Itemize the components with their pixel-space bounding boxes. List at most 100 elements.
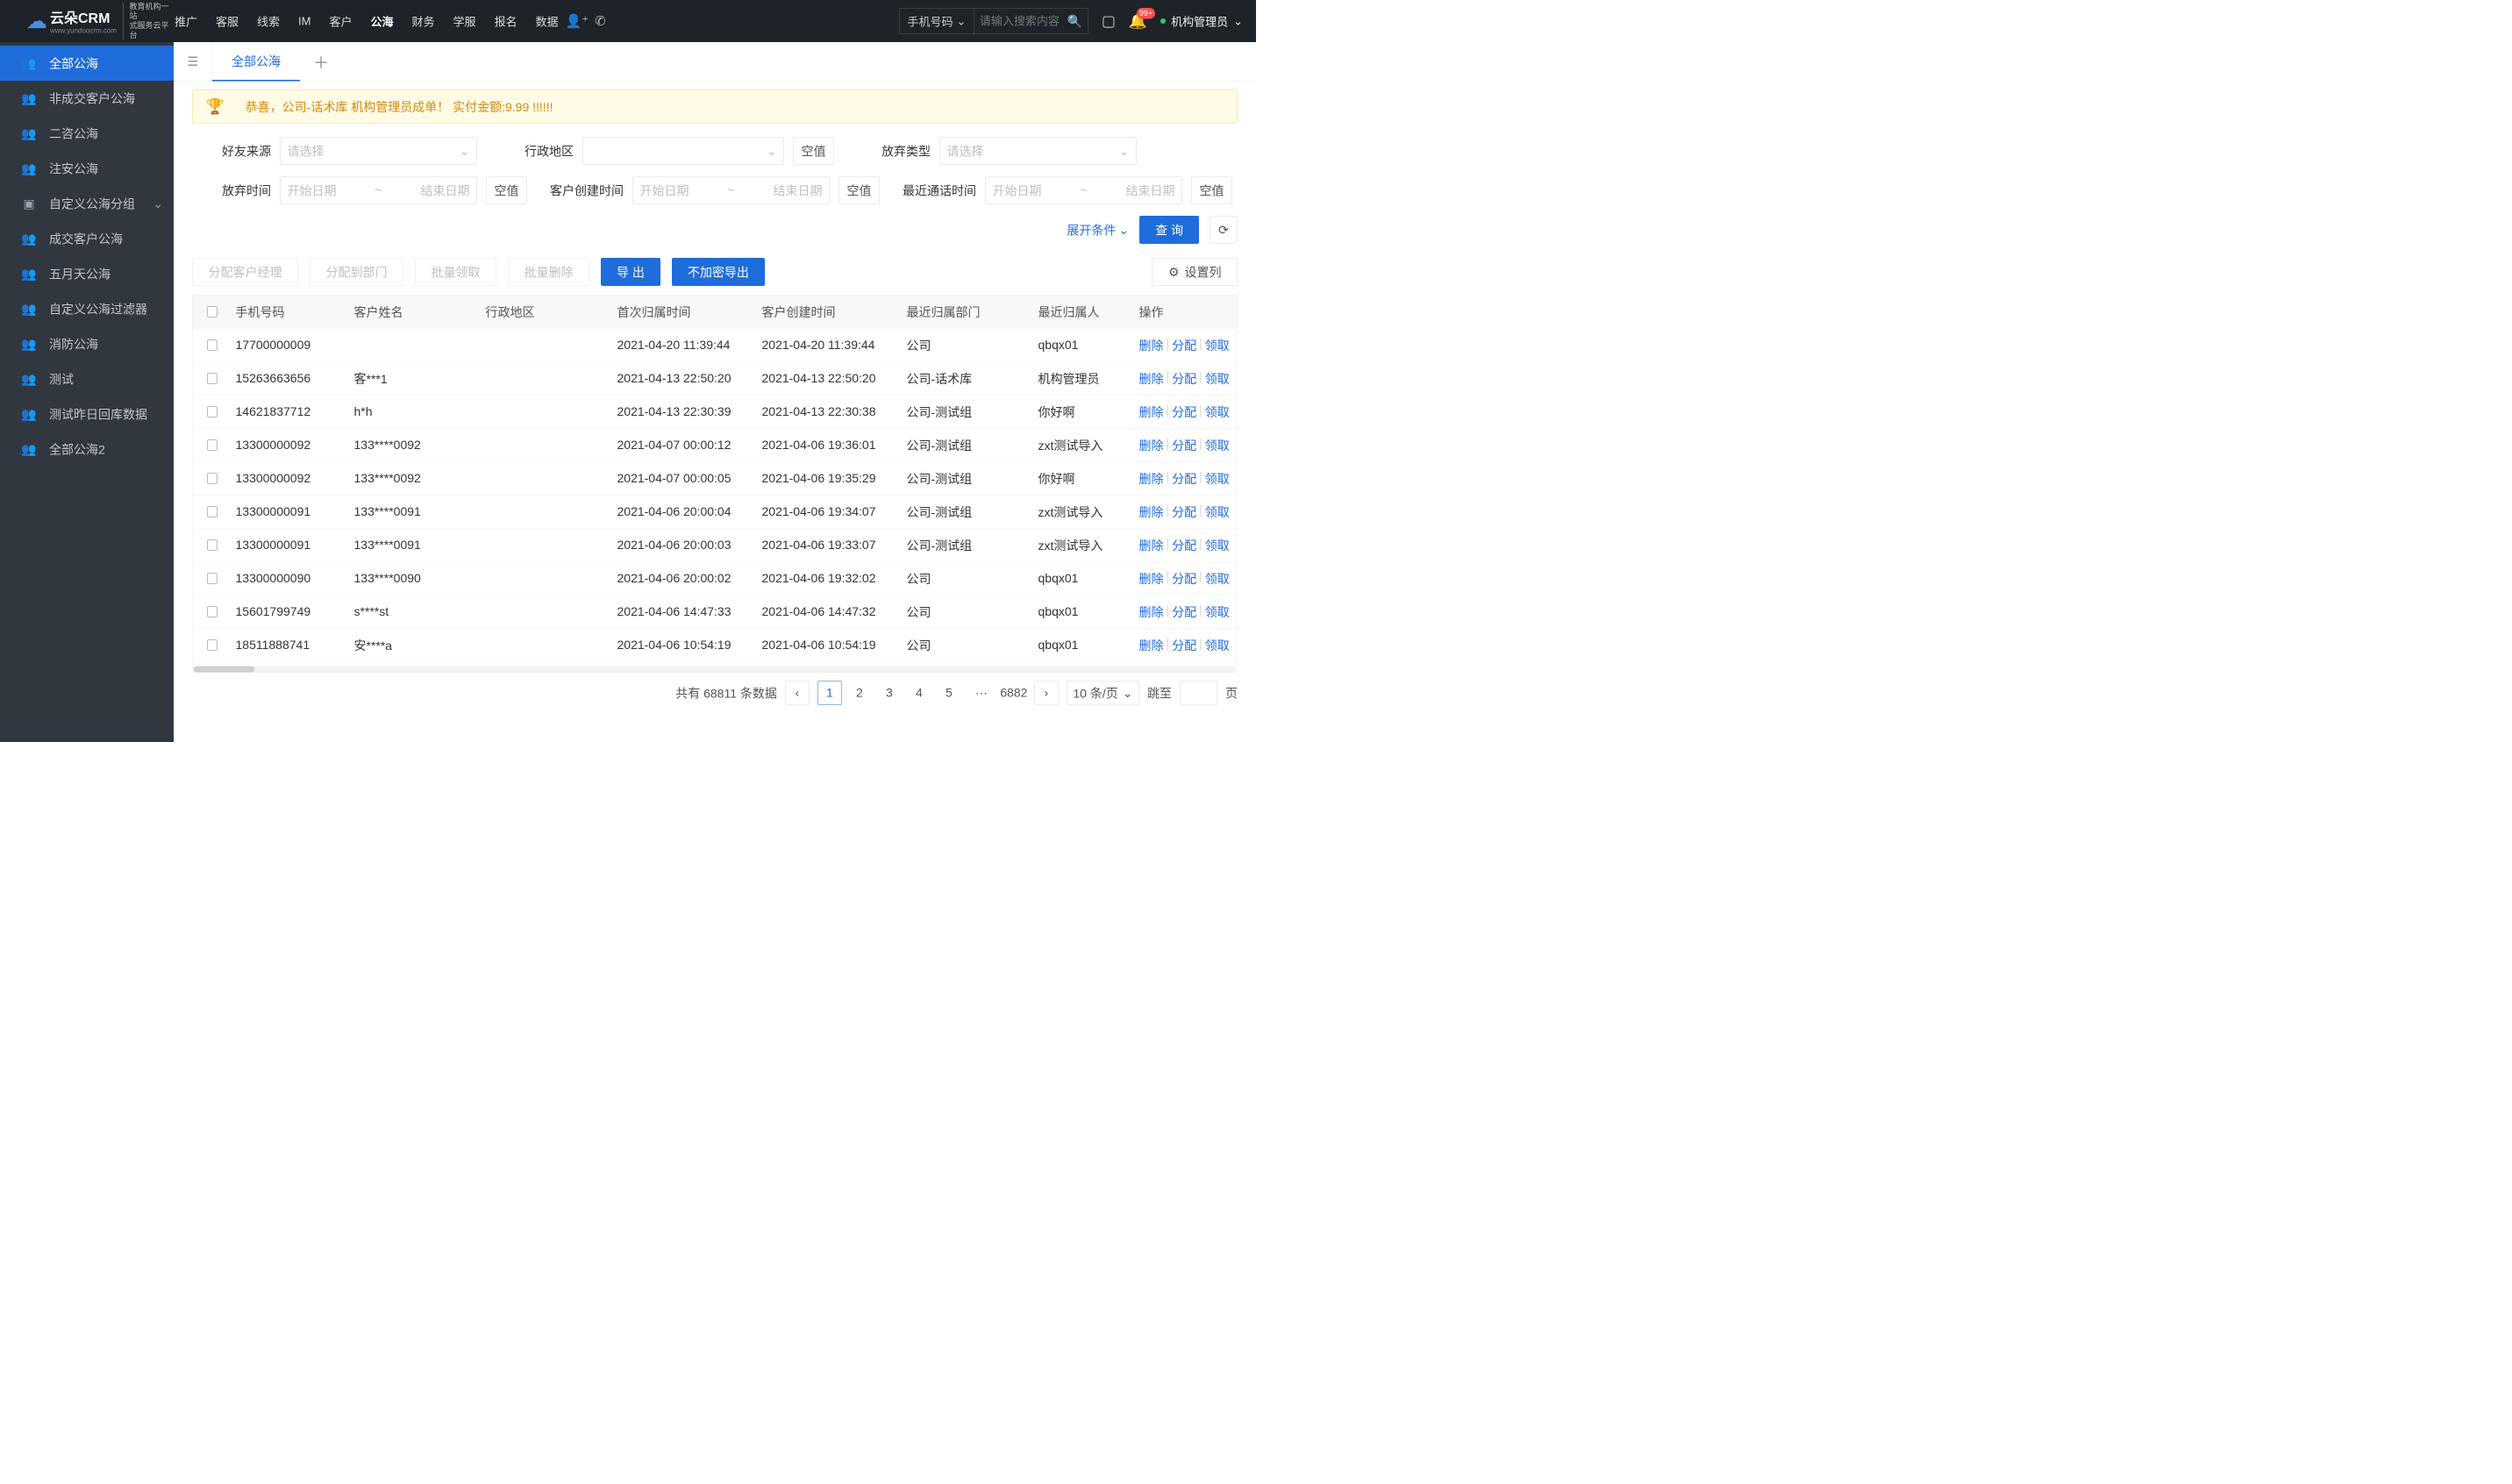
select-region[interactable]: ⌄ — [582, 137, 784, 165]
row-checkbox[interactable] — [207, 339, 218, 350]
search-icon[interactable]: 🔍 — [1067, 14, 1082, 29]
mobile-icon[interactable]: ▢ — [1102, 12, 1116, 30]
nav-item-6[interactable]: 财务 — [410, 0, 435, 42]
add-user-icon[interactable]: 👤⁺ — [566, 13, 589, 29]
search-type-select[interactable]: 手机号码⌄ — [900, 9, 974, 34]
empty-button-region[interactable]: 空值 — [793, 137, 834, 165]
sidebar-item-9[interactable]: 👥测试 — [0, 361, 174, 396]
export-button[interactable]: 导 出 — [601, 258, 660, 286]
assign-manager-button[interactable]: 分配客户经理 — [192, 258, 298, 286]
claim-link[interactable]: 领取 — [1205, 403, 1230, 420]
collapse-tabs-icon[interactable]: ☰ — [174, 42, 212, 82]
phone-icon[interactable]: ✆ — [595, 13, 606, 29]
tab-active[interactable]: 全部公海 — [212, 42, 300, 82]
claim-link[interactable]: 领取 — [1205, 603, 1230, 620]
assign-link[interactable]: 分配 — [1172, 436, 1196, 453]
claim-link[interactable]: 领取 — [1205, 436, 1230, 453]
daterange-create[interactable]: 开始日期~结束日期 — [632, 176, 830, 204]
batch-delete-button[interactable]: 批量删除 — [508, 258, 589, 286]
delete-link[interactable]: 删除 — [1139, 436, 1164, 453]
claim-link[interactable]: 领取 — [1205, 469, 1230, 487]
daterange-abandon[interactable]: 开始日期~结束日期 — [280, 176, 477, 204]
nav-item-8[interactable]: 报名 — [494, 0, 518, 42]
delete-link[interactable]: 删除 — [1139, 636, 1164, 653]
claim-link[interactable]: 领取 — [1205, 369, 1230, 387]
nav-item-1[interactable]: 客服 — [215, 0, 239, 42]
delete-link[interactable]: 删除 — [1139, 603, 1164, 620]
select-all-checkbox[interactable] — [207, 306, 218, 317]
sidebar-item-7[interactable]: 👥自定义公海过滤器 — [0, 291, 174, 326]
page-number-2[interactable]: 2 — [847, 681, 872, 705]
horizontal-scrollbar[interactable] — [194, 667, 1237, 673]
row-checkbox[interactable] — [207, 439, 218, 450]
assign-link[interactable]: 分配 — [1172, 403, 1196, 420]
row-checkbox[interactable] — [207, 539, 218, 550]
assign-dept-button[interactable]: 分配到部门 — [310, 258, 403, 286]
sidebar-item-11[interactable]: 👥全部公海2 — [0, 432, 174, 467]
row-checkbox[interactable] — [207, 606, 218, 617]
delete-link[interactable]: 删除 — [1139, 536, 1164, 553]
row-checkbox[interactable] — [207, 506, 218, 517]
sidebar-item-4[interactable]: ▣自定义公海分组⌄ — [0, 186, 174, 221]
empty-button-abandon-time[interactable]: 空值 — [486, 176, 527, 204]
claim-link[interactable]: 领取 — [1205, 336, 1230, 353]
claim-link[interactable]: 领取 — [1205, 636, 1230, 653]
page-number-5[interactable]: 5 — [937, 681, 961, 705]
next-page-button[interactable]: › — [1034, 681, 1059, 705]
nav-item-0[interactable]: 推广 — [174, 0, 198, 42]
daterange-lastcall[interactable]: 开始日期~结束日期 — [985, 176, 1182, 204]
last-page-button[interactable]: 6882 — [1002, 681, 1026, 705]
row-checkbox[interactable] — [207, 473, 218, 483]
delete-link[interactable]: 删除 — [1139, 503, 1164, 520]
nav-item-3[interactable]: IM — [297, 0, 311, 42]
sidebar-item-5[interactable]: 👥成交客户公海 — [0, 221, 174, 256]
delete-link[interactable]: 删除 — [1139, 469, 1164, 487]
user-menu[interactable]: 机构管理员 ⌄ — [1160, 13, 1243, 30]
assign-link[interactable]: 分配 — [1172, 636, 1196, 653]
nav-item-9[interactable]: 数据 — [535, 0, 560, 42]
expand-filters-link[interactable]: 展开条件 ⌄ — [1067, 221, 1129, 239]
assign-link[interactable]: 分配 — [1172, 603, 1196, 620]
set-columns-button[interactable]: ⚙设置列 — [1152, 258, 1238, 286]
row-checkbox[interactable] — [207, 373, 218, 383]
delete-link[interactable]: 删除 — [1139, 403, 1164, 420]
sidebar-item-6[interactable]: 👥五月天公海 — [0, 256, 174, 291]
nav-item-5[interactable]: 公海 — [369, 0, 394, 42]
bell-icon[interactable]: 🔔99+ — [1129, 12, 1147, 30]
row-checkbox[interactable] — [207, 639, 218, 650]
assign-link[interactable]: 分配 — [1172, 469, 1196, 487]
assign-link[interactable]: 分配 — [1172, 503, 1196, 520]
page-size-select[interactable]: 10 条/页⌄ — [1067, 681, 1139, 705]
add-tab-button[interactable]: ＋ — [300, 42, 342, 82]
sidebar-item-10[interactable]: 👥测试昨日回库数据 — [0, 396, 174, 432]
prev-page-button[interactable]: ‹ — [785, 681, 810, 705]
page-number-3[interactable]: 3 — [877, 681, 902, 705]
sidebar-item-0[interactable]: 👥全部公海 — [0, 46, 174, 81]
search-input[interactable] — [980, 14, 1067, 28]
claim-link[interactable]: 领取 — [1205, 503, 1230, 520]
nav-item-4[interactable]: 客户 — [328, 0, 353, 42]
sidebar-item-2[interactable]: 👥二咨公海 — [0, 116, 174, 151]
batch-claim-button[interactable]: 批量领取 — [415, 258, 496, 286]
delete-link[interactable]: 删除 — [1139, 569, 1164, 587]
row-checkbox[interactable] — [207, 406, 218, 417]
page-number-1[interactable]: 1 — [817, 681, 842, 705]
query-button[interactable]: 查 询 — [1139, 216, 1199, 244]
claim-link[interactable]: 领取 — [1205, 569, 1230, 587]
empty-button-create-time[interactable]: 空值 — [839, 176, 880, 204]
page-number-4[interactable]: 4 — [907, 681, 931, 705]
page-ellipsis[interactable]: ··· — [969, 681, 994, 705]
select-abandon-type[interactable]: 请选择⌄ — [939, 137, 1137, 165]
sidebar-item-1[interactable]: 👥非成交客户公海 — [0, 81, 174, 116]
select-friend-source[interactable]: 请选择⌄ — [280, 137, 477, 165]
row-checkbox[interactable] — [207, 573, 218, 583]
jump-page-input[interactable] — [1180, 681, 1217, 705]
sidebar-item-3[interactable]: 👥注安公海 — [0, 151, 174, 186]
assign-link[interactable]: 分配 — [1172, 369, 1196, 387]
assign-link[interactable]: 分配 — [1172, 536, 1196, 553]
nav-item-7[interactable]: 学服 — [452, 0, 476, 42]
scrollbar-thumb[interactable] — [194, 667, 255, 673]
claim-link[interactable]: 领取 — [1205, 536, 1230, 553]
refresh-button[interactable]: ⟳ — [1210, 216, 1238, 244]
export-plain-button[interactable]: 不加密导出 — [672, 258, 765, 286]
